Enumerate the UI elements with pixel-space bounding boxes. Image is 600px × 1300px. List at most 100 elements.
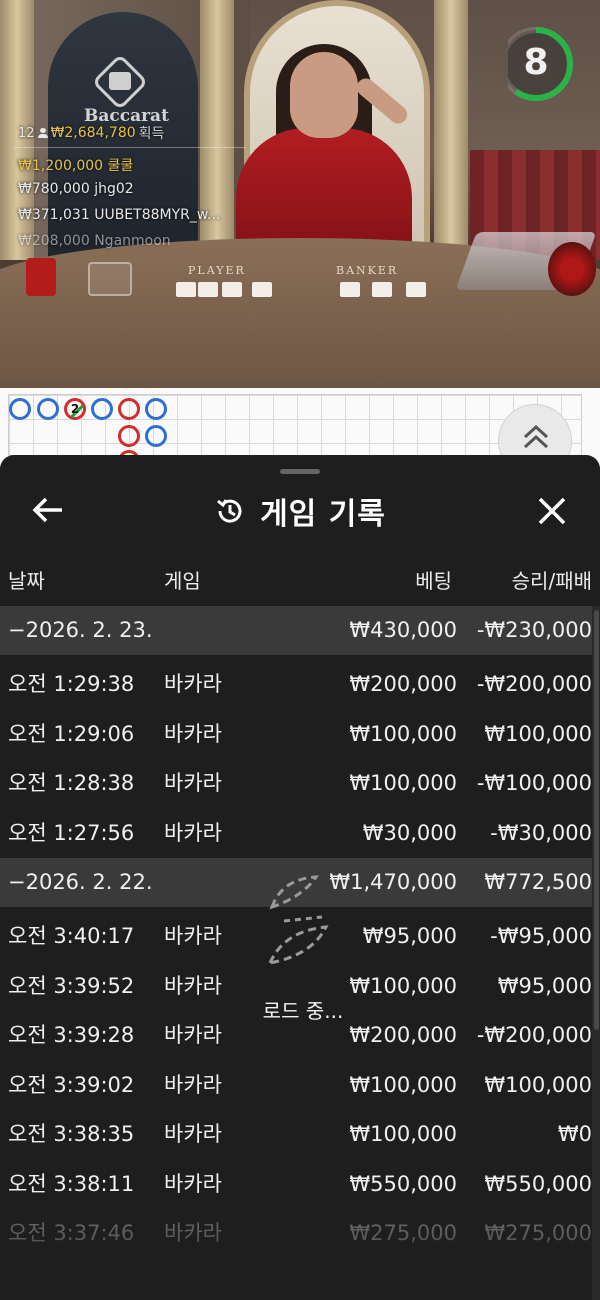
bead-banker-icon (145, 398, 167, 420)
playing-card (372, 282, 392, 297)
row-time: 오전 3:38:11 (8, 1171, 135, 1196)
row-result: -₩95,000 (490, 924, 592, 948)
group-result-total: -₩230,000 (476, 618, 592, 642)
row-bet: ₩95,000 (362, 924, 457, 948)
row-bet: ₩30,000 (362, 820, 457, 845)
history-row[interactable]: 오전 1:27:56 바카라 ₩30,000 -₩30,000 (0, 809, 592, 858)
bead-player-icon (118, 425, 140, 447)
row-time: 오전 3:37:46 (8, 1221, 135, 1245)
bead-banker-icon (37, 398, 59, 420)
row-result: ₩100,000 (484, 721, 592, 746)
column-header-result[interactable]: 승리/패배 (512, 565, 592, 594)
top-winner-row: ₩780,000 jhg02 (18, 181, 134, 197)
history-row[interactable]: 오전 1:28:38 바카라 ₩100,000 -₩100,000 (0, 759, 592, 808)
discard-holder (26, 258, 56, 296)
close-button[interactable] (530, 489, 574, 533)
history-row[interactable]: 오전 1:29:06 바카라 ₩100,000 ₩100,000 (0, 710, 592, 759)
row-result: -₩200,000 (476, 1023, 592, 1047)
bead-banker-icon (9, 398, 31, 420)
winner-amount: ₩371,031 (18, 207, 90, 223)
total-winnings: ₩2,684,780 (50, 125, 136, 141)
person-icon (37, 127, 48, 139)
live-video-feed: PLAYER BANKER Baccarat 12 ₩2,684,780 획득 … (0, 0, 600, 388)
history-icon (217, 499, 242, 523)
scrollbar-thumb[interactable] (594, 610, 599, 1030)
row-time: 오전 3:40:17 (8, 924, 135, 948)
row-time: 오전 1:29:38 (8, 672, 135, 696)
round-countdown-timer: 8 (499, 24, 578, 104)
row-bet: ₩100,000 (349, 1122, 457, 1146)
flower-decoration (548, 242, 596, 296)
game-history-sheet: 게임 기록 날짜 게임 베팅 승리/패배 −2026. 2. 23. ₩430,0… (0, 455, 600, 1300)
banker-area-label: BANKER (336, 264, 399, 277)
winner-name: UUBET88MYR_w... (94, 207, 221, 223)
winner-name: jhg02 (94, 181, 134, 197)
row-game: 바카라 (164, 771, 222, 795)
row-result: -₩30,000 (490, 820, 592, 845)
row-result: ₩95,000 (497, 973, 592, 998)
players-winnings-summary: 12 ₩2,684,780 획득 (18, 123, 164, 143)
overlay-divider (14, 147, 246, 148)
playing-card (406, 282, 426, 297)
row-game: 바카라 (164, 924, 222, 948)
row-result: ₩550,000 (484, 1171, 592, 1196)
bead-player-icon (118, 398, 140, 420)
row-bet: ₩200,000 (349, 672, 457, 696)
player-area-label: PLAYER (188, 264, 246, 277)
row-result: -₩200,000 (476, 672, 592, 696)
row-result: ₩275,000 (484, 1221, 592, 1245)
winner-name: Nganmoon (94, 233, 171, 249)
row-time: 오전 3:39:02 (8, 1072, 135, 1097)
winner-amount: ₩1,200,000 (18, 158, 104, 174)
decor-pillar (434, 0, 468, 260)
history-row[interactable]: 오전 3:39:02 바카라 ₩100,000 ₩100,000 (0, 1061, 592, 1110)
date-group-row[interactable]: −2026. 2. 23. ₩430,000 -₩230,000 (0, 606, 592, 655)
playing-card (222, 282, 242, 297)
history-row[interactable]: 오전 3:38:11 바카라 ₩550,000 ₩550,000 (0, 1160, 592, 1209)
dealer-head (290, 52, 358, 138)
top-winner-row: ₩208,000 Nganmoon (18, 233, 171, 249)
bead-banker-icon (145, 425, 167, 447)
row-game: 바카라 (164, 1221, 222, 1245)
close-icon (538, 497, 566, 525)
group-date: −2026. 2. 22. (8, 870, 153, 894)
sheet-header: 게임 기록 (0, 481, 600, 541)
history-row[interactable]: 오전 3:38:35 바카라 ₩100,000 ₩0 (0, 1110, 592, 1159)
bead-banker-icon (91, 398, 113, 420)
timer-value: 8 (523, 42, 549, 83)
winnings-label: 획득 (138, 126, 165, 142)
column-header-date[interactable]: 날짜 (8, 565, 45, 594)
row-result: ₩0 (557, 1122, 592, 1146)
column-header-game[interactable]: 게임 (164, 565, 201, 594)
column-header-bet[interactable]: 베팅 (415, 565, 452, 594)
group-bet-total: ₩1,470,000 (329, 870, 457, 894)
row-game: 바카라 (164, 820, 222, 845)
row-time: 오전 3:38:35 (8, 1122, 135, 1146)
back-button[interactable] (24, 493, 72, 527)
row-time: 오전 3:39:52 (8, 973, 135, 998)
bead-player-icon: 2 (64, 398, 86, 420)
winner-amount: ₩208,000 (18, 233, 90, 249)
group-bet-total: ₩430,000 (349, 618, 457, 642)
sheet-title: 게임 기록 (260, 497, 386, 532)
row-game: 바카라 (164, 1023, 222, 1047)
history-row[interactable]: 오전 1:29:38 바카라 ₩200,000 -₩200,000 (0, 660, 592, 709)
top-winner-row: ₩1,200,000 쿨쿨 (18, 155, 133, 175)
row-game: 바카라 (164, 1072, 222, 1097)
sheet-drag-handle[interactable] (280, 469, 320, 474)
history-row[interactable]: 오전 3:37:46 바카라 ₩275,000 ₩275,000 (0, 1209, 592, 1258)
row-bet: ₩275,000 (349, 1221, 457, 1245)
sheet-title-group: 게임 기록 (0, 481, 600, 541)
winner-name: 쿨쿨 (107, 158, 134, 174)
row-game: 바카라 (164, 672, 222, 696)
row-game: 바카라 (164, 721, 222, 746)
row-time: 오전 1:29:06 (8, 721, 135, 746)
loading-spinner-icon (267, 875, 329, 966)
row-game: 바카라 (164, 1171, 222, 1196)
playing-card (198, 282, 218, 297)
arrow-left-icon (32, 497, 62, 523)
playing-card (252, 282, 272, 297)
row-time: 오전 1:27:56 (8, 820, 135, 845)
row-game: 바카라 (164, 1122, 222, 1146)
row-result: ₩100,000 (484, 1072, 592, 1097)
